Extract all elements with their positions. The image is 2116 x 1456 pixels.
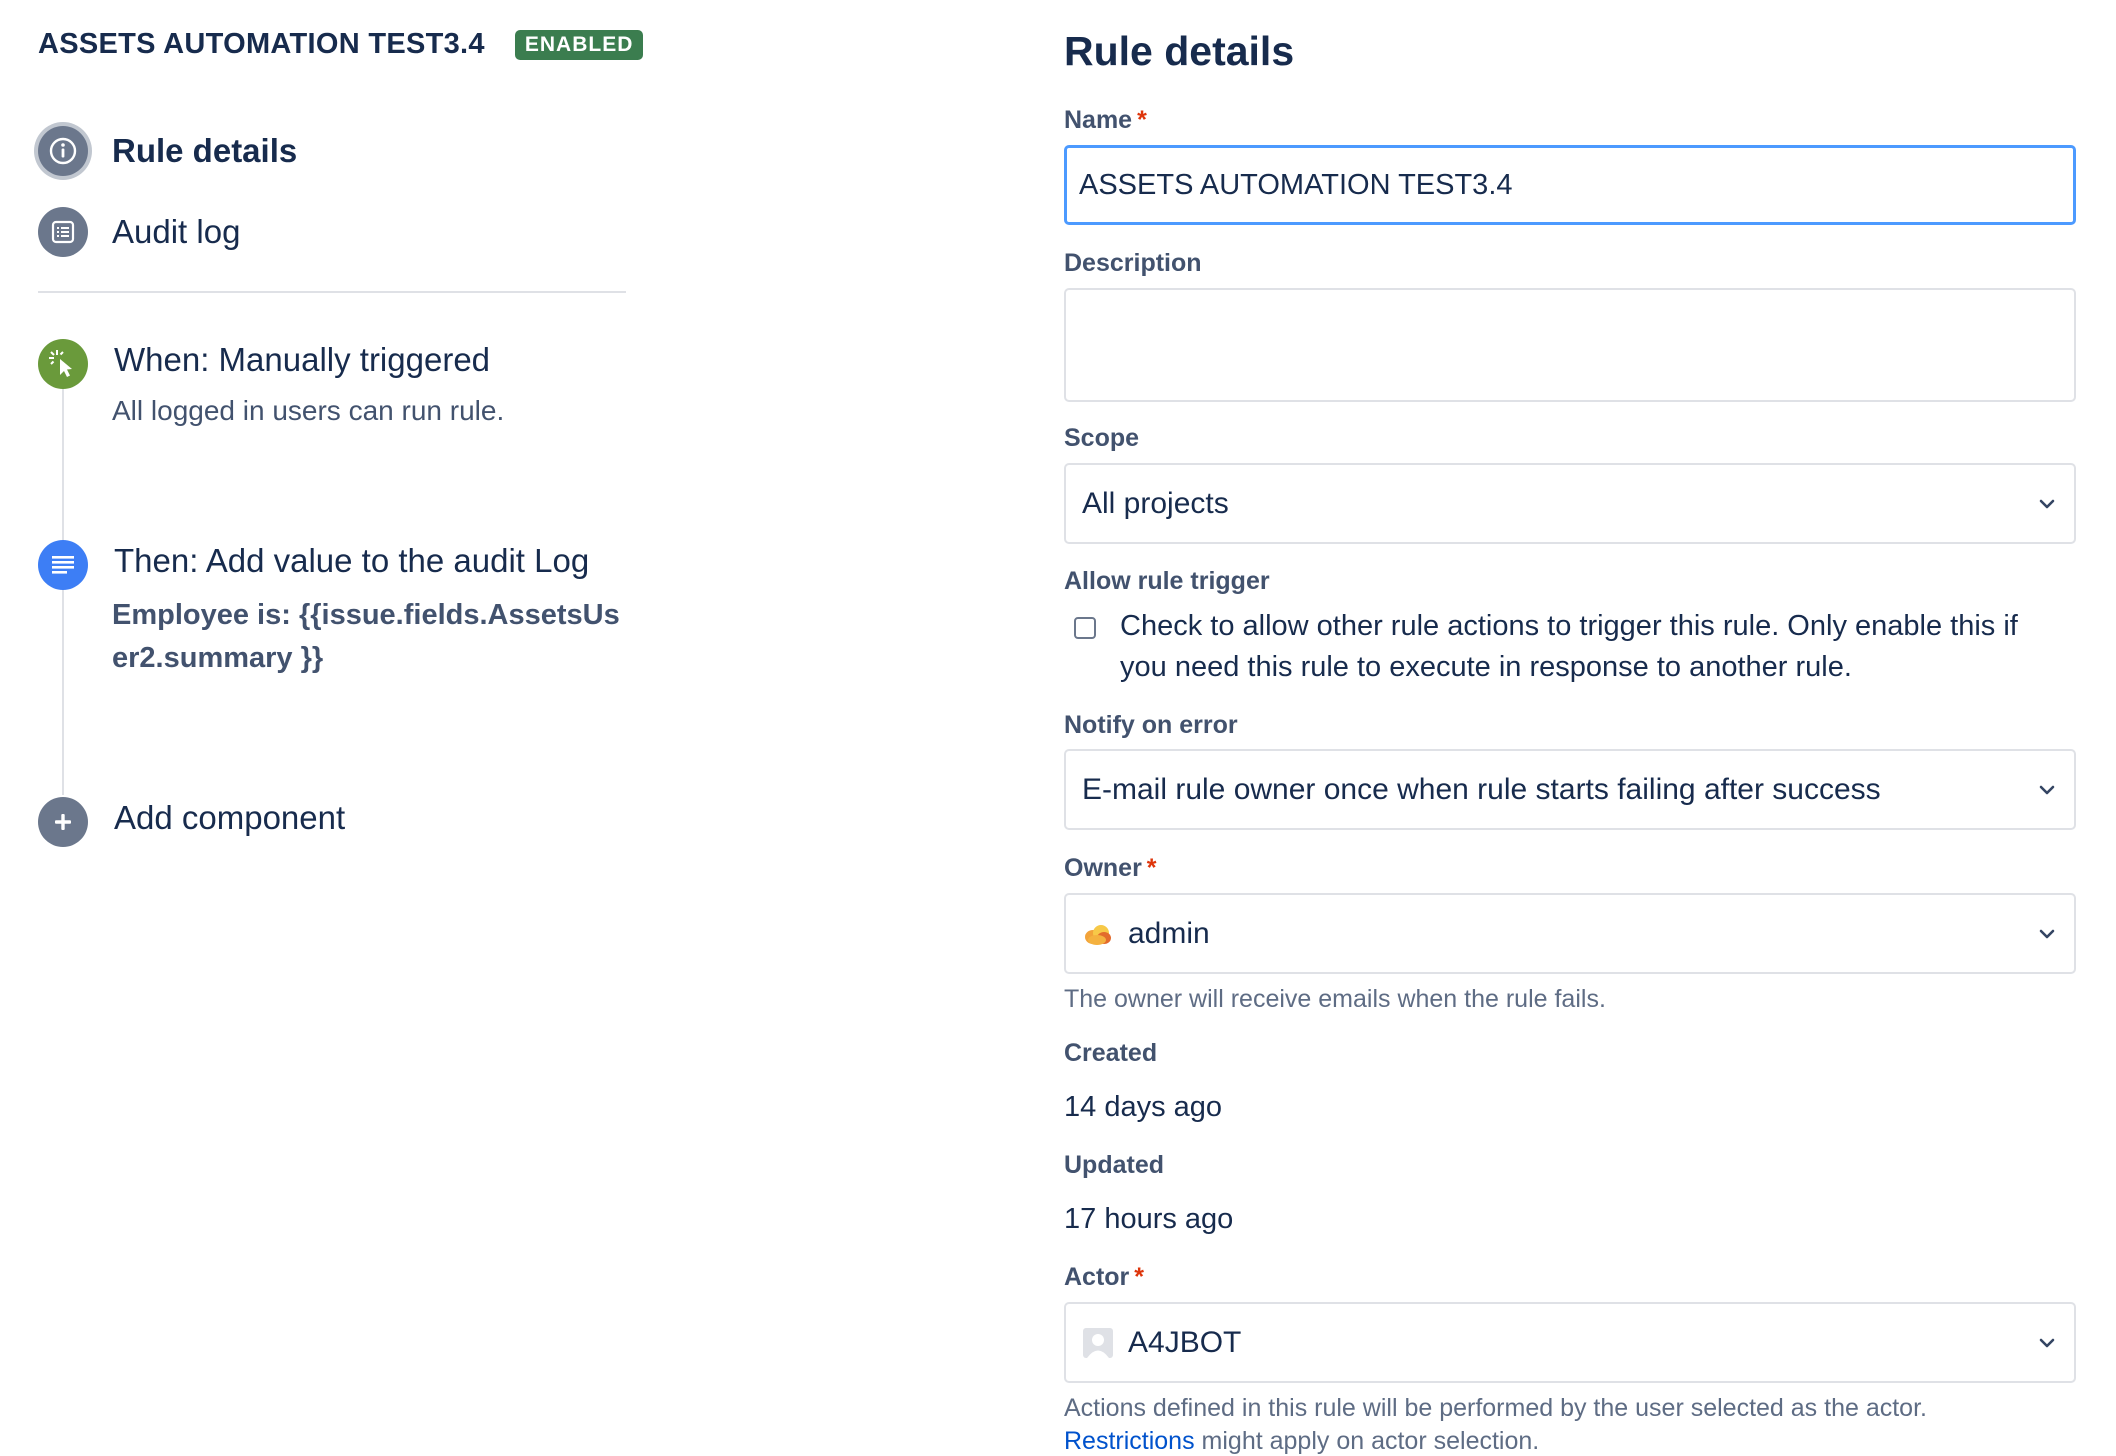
list-icon — [38, 207, 88, 257]
chevron-down-icon — [2039, 785, 2055, 794]
actor-avatar — [1082, 1327, 1114, 1359]
chevron-down-icon — [2039, 929, 2055, 938]
cursor-click-icon — [38, 339, 88, 389]
trigger-subtitle: All logged in users can run rule. — [112, 395, 505, 426]
scope-select[interactable]: All projects — [1064, 463, 2076, 544]
rule-name: ASSETS AUTOMATION TEST3.4 — [38, 28, 485, 60]
rule-header: ASSETS AUTOMATION TEST3.4 ENABLED — [38, 28, 644, 61]
updated-value: 17 hours ago — [1064, 1203, 1234, 1235]
chevron-down-icon — [2039, 499, 2055, 508]
actor-helper: Actions defined in this rule will be per… — [1064, 1394, 1927, 1422]
updated-label: Updated — [1064, 1151, 1164, 1179]
owner-avatar — [1082, 918, 1114, 950]
info-icon — [38, 126, 88, 176]
allow-trigger-text: Check to allow other rule actions to tri… — [1120, 610, 2018, 683]
name-field[interactable] — [1067, 148, 2073, 222]
notify-select[interactable]: E-mail rule owner once when rule starts … — [1064, 749, 2076, 830]
nav-label: Audit log — [112, 213, 241, 250]
scope-value: All projects — [1082, 486, 1229, 520]
name-label: Name * — [1064, 106, 1147, 134]
plus-icon — [38, 797, 88, 847]
nav-item-audit-log[interactable]: Audit log — [38, 207, 240, 257]
notify-value: E-mail rule owner once when rule starts … — [1082, 772, 1881, 806]
audit-log-icon — [38, 540, 88, 590]
owner-helper: The owner will receive emails when the r… — [1064, 985, 1606, 1013]
action-body: Employee is: {{issue.fields.AssetsUser2.… — [112, 599, 620, 674]
timeline-connector — [62, 385, 64, 795]
nav-label: Rule details — [112, 132, 298, 169]
trigger-title: When: Manually triggered — [114, 341, 491, 378]
owner-value: admin — [1128, 916, 1210, 950]
scope-label: Scope — [1064, 424, 1140, 452]
nav-item-rule-details[interactable]: Rule details — [38, 126, 297, 176]
owner-label: Owner * — [1064, 854, 1157, 882]
divider — [38, 291, 626, 293]
created-value: 14 days ago — [1064, 1091, 1223, 1123]
actor-label: Actor * — [1064, 1263, 1145, 1291]
page-title: Rule details — [1064, 28, 1295, 74]
action-title: Then: Add value to the audit Log — [114, 542, 590, 579]
description-field[interactable] — [1064, 288, 2076, 402]
actor-value: A4JBOT — [1128, 1325, 1242, 1359]
description-label: Description — [1064, 249, 1202, 277]
add-component-label: Add component — [114, 799, 346, 836]
allow-trigger-checkbox[interactable] — [1074, 617, 1096, 639]
restrictions-link[interactable]: Restrictions — [1064, 1427, 1195, 1455]
notify-label: Notify on error — [1064, 711, 1238, 739]
chevron-down-icon — [2039, 1338, 2055, 1347]
actor-select[interactable]: A4JBOT — [1064, 1302, 2076, 1383]
created-label: Created — [1064, 1039, 1158, 1067]
owner-select[interactable]: admin — [1064, 893, 2076, 974]
name-field-wrapper — [1064, 145, 2076, 225]
status-badge: ENABLED — [514, 29, 644, 60]
allow-trigger-label: Allow rule trigger — [1064, 567, 1270, 595]
